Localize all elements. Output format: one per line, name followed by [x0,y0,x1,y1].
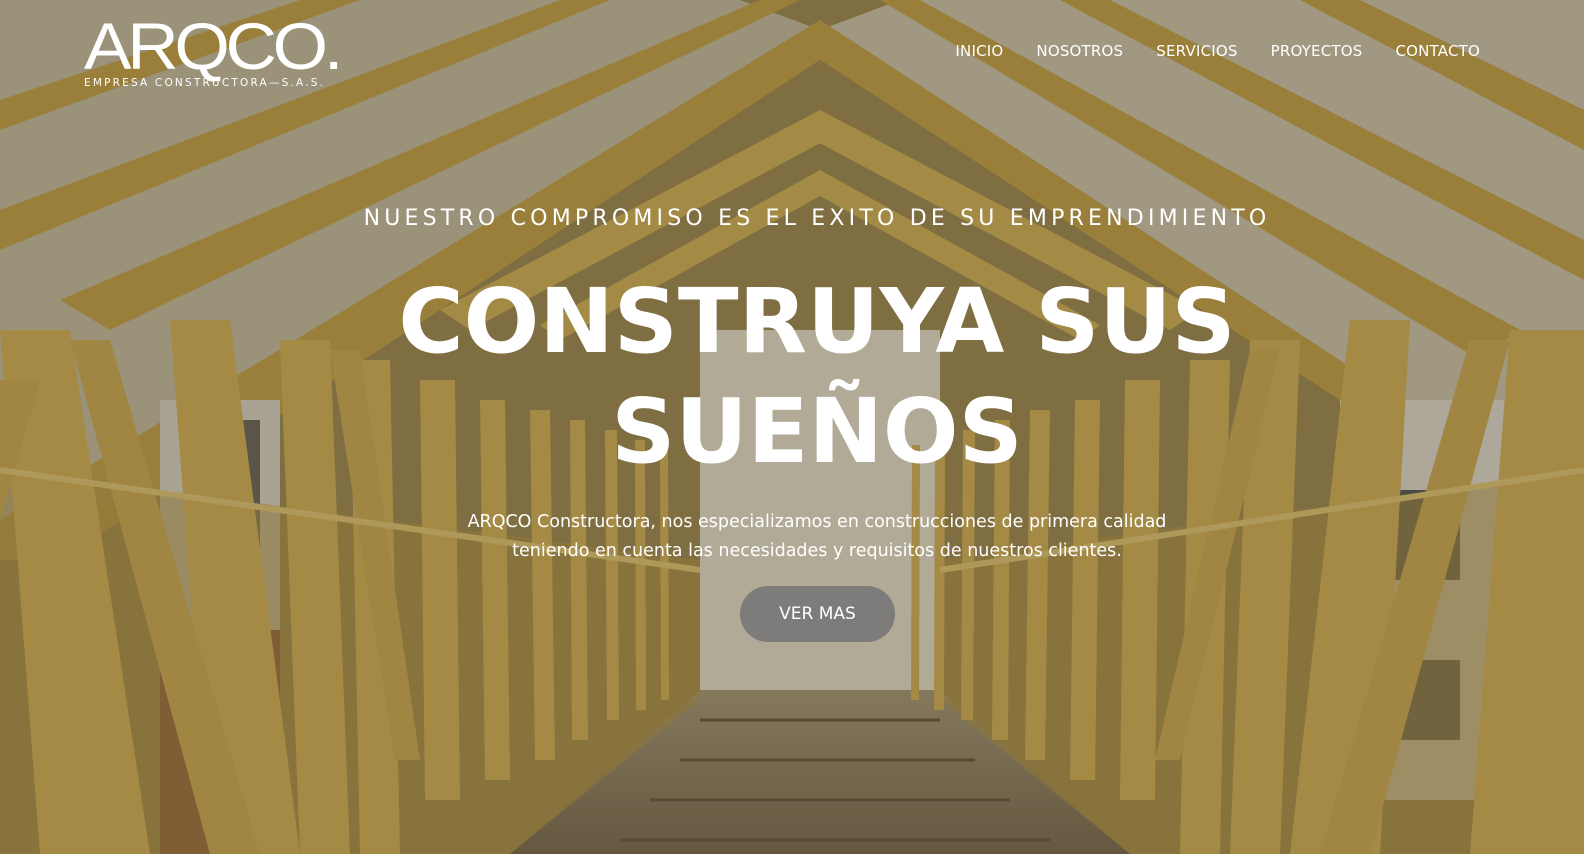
brand-logo[interactable]: ARQCO. EMPRESA CONSTRUCTORA—S.A.S. [84,13,344,89]
nav-item-servicios[interactable]: SERVICIOS [1156,42,1237,60]
hero-headline-line-1: CONSTRUYA SUS [398,269,1236,373]
hero-description: ARQCO Constructora, nos especializamos e… [0,508,1584,566]
ver-mas-button[interactable]: VER MAS [740,586,895,642]
hero-description-line-1: ARQCO Constructora, nos especializamos e… [467,512,1167,532]
hero-description-line-2: teniendo en cuenta las necesidades y req… [512,541,1122,561]
nav-item-inicio[interactable]: INICIO [955,42,1003,60]
hero-headline-line-2: SUEÑOS [611,379,1023,483]
main-navigation: INICIO NOSOTROS SERVICIOS PROYECTOS CONT… [955,42,1480,60]
logo-wordmark: ARQCO. [84,9,344,83]
hero-section: ARQCO. EMPRESA CONSTRUCTORA—S.A.S. INICI… [0,0,1584,854]
nav-item-nosotros[interactable]: NOSOTROS [1036,42,1123,60]
nav-item-contacto[interactable]: CONTACTO [1395,42,1480,60]
nav-item-proyectos[interactable]: PROYECTOS [1271,42,1363,60]
hero-kicker: NUESTRO COMPROMISO ES EL EXITO DE SU EMP… [363,206,1271,231]
hero-headline: CONSTRUYA SUS SUEÑOS [0,266,1584,486]
